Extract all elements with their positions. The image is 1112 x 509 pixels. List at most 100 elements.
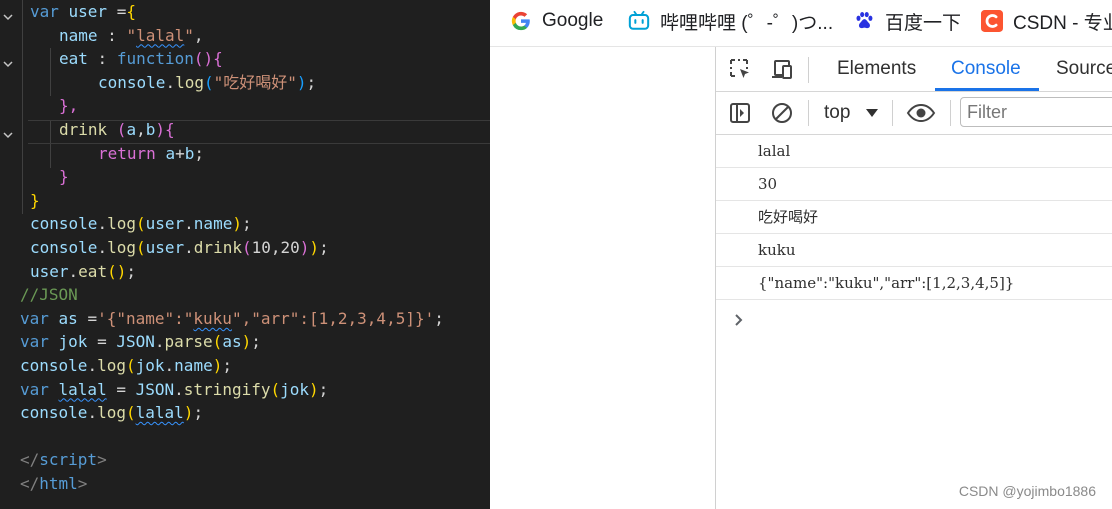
code-token: ; (306, 72, 317, 92)
bookmark-google[interactable]: Google (510, 0, 603, 42)
code-token: }, (59, 96, 79, 116)
code-line[interactable]: var jok = JSON.parse(as); (0, 330, 490, 354)
code-line[interactable]: return a+b; (0, 142, 490, 166)
code-line[interactable]: console.log(jok.name); (0, 354, 490, 378)
devtools-tab-bar: Elements Console Sources (716, 47, 1112, 92)
code-token: </ (20, 450, 40, 470)
code-token: ( (116, 120, 127, 139)
code-text: return a+b; (98, 142, 204, 166)
code-line[interactable]: console.log(lalal); (0, 401, 490, 425)
code-line[interactable]: } (0, 189, 490, 213)
console-message: kuku (716, 234, 1112, 267)
code-editor[interactable]: var user ={name : "lalal", eat : function… (0, 0, 490, 509)
bookmark-baidu[interactable]: 百度一下 (853, 0, 961, 42)
code-token: ) (299, 238, 310, 257)
code-text: } (30, 189, 40, 213)
code-token: name (193, 214, 233, 234)
context-selector[interactable]: top (824, 92, 850, 134)
code-token: () (193, 49, 214, 69)
code-token: parse (164, 332, 213, 352)
bookmark-label: Google (542, 10, 604, 31)
google-icon (510, 10, 532, 32)
code-line[interactable]: user.eat(); (0, 260, 490, 284)
code-line[interactable]: var as ='{"name":"kuku","arr":[1,2,3,4,5… (0, 307, 490, 331)
code-token: log (175, 72, 204, 92)
chevron-down-icon[interactable] (2, 6, 14, 21)
code-token: var (20, 379, 59, 399)
code-token: log (97, 403, 126, 423)
bookmark-label: 哔哩哔哩 (゜-゜)つ... (660, 12, 834, 34)
code-token: script (39, 450, 98, 470)
bookmark-csdn[interactable]: CSDN - 专业 (981, 0, 1112, 42)
code-token: ( (212, 332, 223, 352)
code-token: } (59, 167, 69, 187)
bookmark-bilibili[interactable]: 哔哩哔哩 (゜-゜)つ... (628, 0, 833, 42)
page-viewport[interactable] (490, 47, 716, 509)
code-token: lalal (136, 25, 185, 45)
tab-elements[interactable]: Elements (837, 47, 916, 91)
code-token: ; (251, 332, 261, 352)
devtools-panel: Elements Console Sources top (716, 47, 1112, 509)
code-token: user (145, 238, 185, 257)
sidebar-toggle-icon[interactable] (728, 101, 752, 125)
clear-console-icon[interactable] (770, 101, 794, 125)
code-token: lalal (135, 403, 184, 423)
inspect-element-icon[interactable] (728, 57, 752, 81)
csdn-icon (981, 10, 1003, 32)
code-text: var lalal = JSON.stringify(jok); (20, 378, 328, 402)
code-token: ) (309, 379, 319, 399)
chevron-down-icon[interactable] (2, 53, 14, 68)
code-token: as (222, 332, 242, 352)
code-token: ( (125, 403, 136, 423)
console-prompt-chevron-icon[interactable] (734, 312, 744, 326)
code-token: , (193, 25, 204, 45)
code-line[interactable]: }, (0, 94, 490, 118)
code-text: var jok = JSON.parse(as); (20, 330, 261, 354)
dropdown-arrow-icon[interactable] (866, 109, 878, 117)
code-text: </script> (20, 448, 107, 472)
code-line[interactable]: var user ={ (0, 0, 490, 24)
code-line[interactable] (0, 425, 490, 449)
console-message: lalal (716, 135, 1112, 168)
code-token: { (213, 49, 223, 69)
code-token: as (58, 308, 88, 328)
code-line[interactable]: </script> (0, 448, 490, 472)
code-token: console (98, 72, 166, 92)
code-text: drink (a,b){ (59, 118, 175, 142)
code-token: jok (58, 332, 98, 352)
code-token: var (30, 2, 69, 21)
code-token: = (87, 308, 98, 328)
device-toolbar-icon[interactable] (770, 57, 794, 81)
code-token: { (126, 2, 136, 21)
code-token: ; (318, 379, 329, 399)
code-token: log (107, 238, 136, 257)
code-text: }, (59, 94, 78, 118)
code-token: ) (232, 214, 242, 234)
console-message: 30 (716, 168, 1112, 201)
code-line[interactable]: drink (a,b){ (0, 118, 490, 142)
code-line[interactable]: console.log(user.drink(10,20)); (0, 236, 490, 260)
code-token: ; (241, 214, 252, 234)
tab-sources[interactable]: Sources (1056, 47, 1112, 91)
code-token: log (107, 214, 136, 234)
code-line[interactable]: console.log("吃好喝好"); (0, 71, 490, 95)
code-token: ( (135, 214, 146, 234)
code-token: ( (241, 238, 252, 257)
code-token: = (106, 379, 136, 399)
code-line[interactable]: console.log(user.name); (0, 212, 490, 236)
code-line[interactable]: //JSON (0, 283, 490, 307)
filter-input[interactable] (960, 97, 1112, 127)
code-line[interactable]: } (0, 165, 490, 189)
code-token: ) (296, 72, 307, 92)
code-line[interactable]: name : "lalal", (0, 24, 490, 48)
code-line[interactable]: eat : function(){ (0, 47, 490, 71)
code-line[interactable]: </html> (0, 472, 490, 496)
bilibili-icon (628, 10, 650, 32)
chevron-down-icon[interactable] (2, 124, 14, 139)
code-token: ) (212, 356, 223, 375)
code-text: var as ='{"name":"kuku","arr":[1,2,3,4,5… (20, 307, 444, 331)
eye-icon[interactable] (906, 101, 936, 125)
code-text: console.log(user.drink(10,20)); (30, 236, 329, 260)
tab-console[interactable]: Console (951, 47, 1021, 91)
code-line[interactable]: var lalal = JSON.stringify(jok); (0, 378, 490, 402)
